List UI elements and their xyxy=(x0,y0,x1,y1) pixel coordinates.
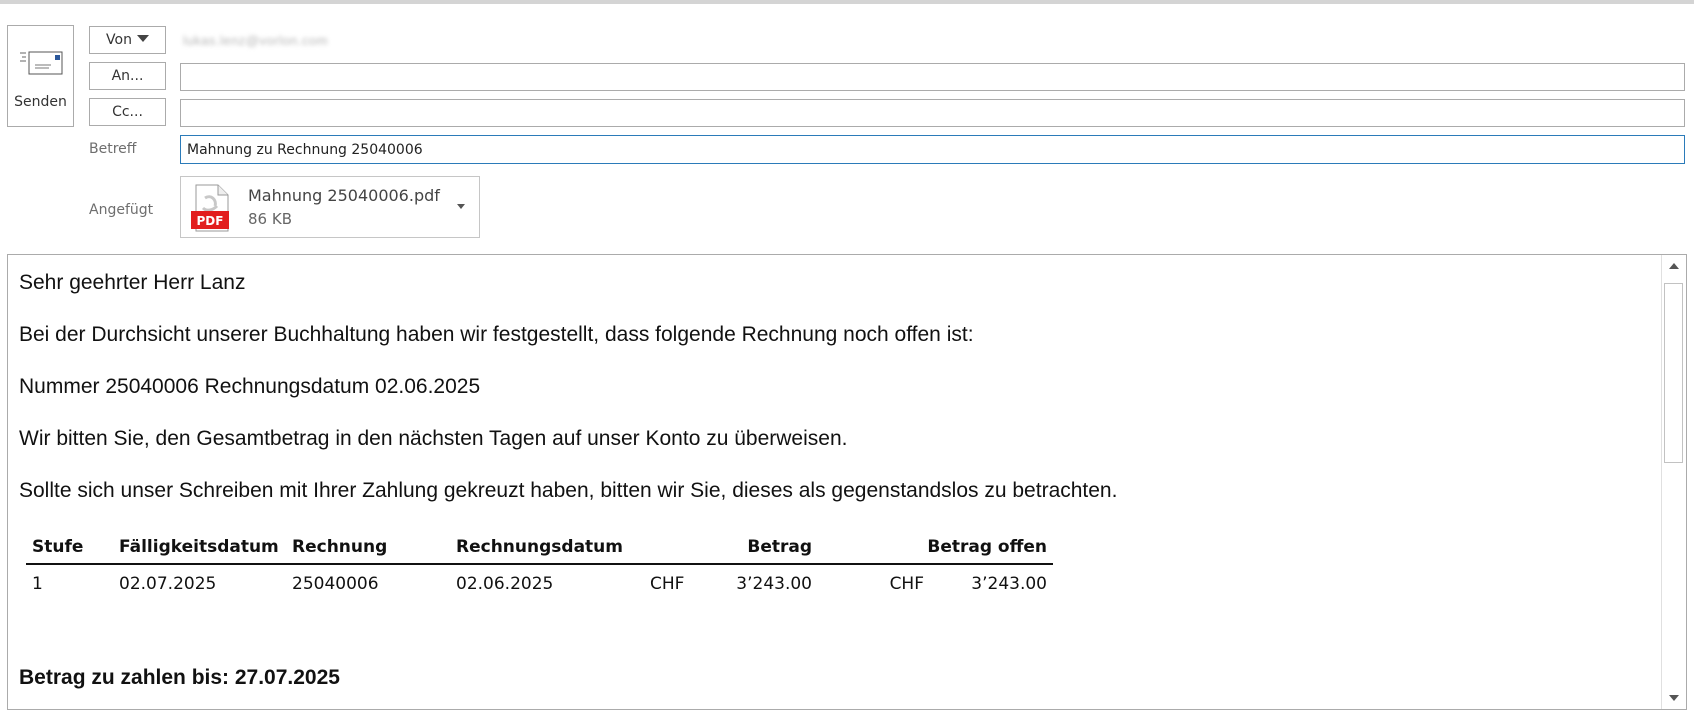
table-header-row: Stufe Fälligkeitsdatum Rechnung Rechnung… xyxy=(26,531,1053,565)
col-rechnungsdatum: Rechnungsdatum xyxy=(450,531,644,565)
subject-field-box xyxy=(180,135,1685,164)
cell-rechnung: 25040006 xyxy=(292,574,379,594)
window-top-border xyxy=(0,0,1694,4)
vertical-scrollbar[interactable] xyxy=(1661,255,1686,709)
cell-betrag-offen: 3’243.00 xyxy=(971,574,1047,594)
subject-field[interactable] xyxy=(181,136,1684,163)
send-button[interactable]: Senden xyxy=(7,25,74,127)
cell-faelligkeitsdatum: 02.07.2025 xyxy=(119,574,217,594)
attachment-item[interactable]: PDF Mahnung 25040006.pdf 86 KB xyxy=(180,176,480,238)
col-betrag-offen: Betrag offen xyxy=(818,531,1053,565)
to-button[interactable]: An... xyxy=(89,62,166,90)
cell-currency-offen: CHF xyxy=(889,574,924,594)
col-rechnung: Rechnung xyxy=(286,531,450,565)
attachment-name: Mahnung 25040006.pdf xyxy=(248,186,440,205)
cell-currency-betrag: CHF xyxy=(650,574,685,594)
table-row: 1 02.07.2025 25040006 02.06.2025 CHF 3’2… xyxy=(26,564,1053,603)
cc-button[interactable]: Cc... xyxy=(89,98,166,126)
scroll-up-icon[interactable] xyxy=(1662,255,1686,277)
cc-field-box xyxy=(180,99,1685,127)
scrollbar-thumb[interactable] xyxy=(1664,283,1683,463)
attachment-dropdown-icon[interactable] xyxy=(457,204,465,209)
paragraph-1: Bei der Durchsicht unserer Buchhaltung h… xyxy=(19,323,974,346)
from-button[interactable]: Von xyxy=(89,26,166,54)
pdf-icon-label: PDF xyxy=(197,214,224,228)
col-betrag: Betrag xyxy=(644,531,818,565)
paragraph-4: Sollte sich unser Schreiben mit Ihrer Za… xyxy=(19,479,1118,502)
message-body[interactable]: Sehr geehrter Herr Lanz Bei der Durchsic… xyxy=(7,254,1687,710)
col-faelligkeitsdatum: Fälligkeitsdatum xyxy=(113,531,286,565)
reminder-table: Stufe Fälligkeitsdatum Rechnung Rechnung… xyxy=(26,531,1053,603)
due-date-line: Betrag zu zahlen bis: 27.07.2025 xyxy=(19,666,340,689)
cell-stufe: 1 xyxy=(32,574,43,594)
from-address: lukas.lenz@vorlon.com xyxy=(183,33,329,48)
attached-label: Angefügt xyxy=(89,202,154,218)
to-field-box xyxy=(180,63,1685,91)
cell-betrag: 3’243.00 xyxy=(736,574,812,594)
to-field[interactable] xyxy=(181,64,1684,90)
greeting: Sehr geehrter Herr Lanz xyxy=(19,271,246,294)
send-label: Senden xyxy=(14,94,67,110)
paragraph-3: Wir bitten Sie, den Gesamtbetrag in den … xyxy=(19,427,848,450)
cell-rechnungsdatum: 02.06.2025 xyxy=(456,574,554,594)
cc-field[interactable] xyxy=(181,100,1684,126)
scroll-down-icon[interactable] xyxy=(1662,687,1686,709)
send-envelope-icon xyxy=(20,51,63,75)
subject-label: Betreff xyxy=(89,141,137,157)
pdf-file-icon: PDF xyxy=(191,184,229,232)
attachment-size: 86 KB xyxy=(248,210,292,228)
chevron-down-icon xyxy=(136,35,149,42)
col-stufe: Stufe xyxy=(26,531,113,565)
from-button-label: Von xyxy=(106,32,132,48)
paragraph-2: Nummer 25040006 Rechnungsdatum 02.06.202… xyxy=(19,375,481,398)
